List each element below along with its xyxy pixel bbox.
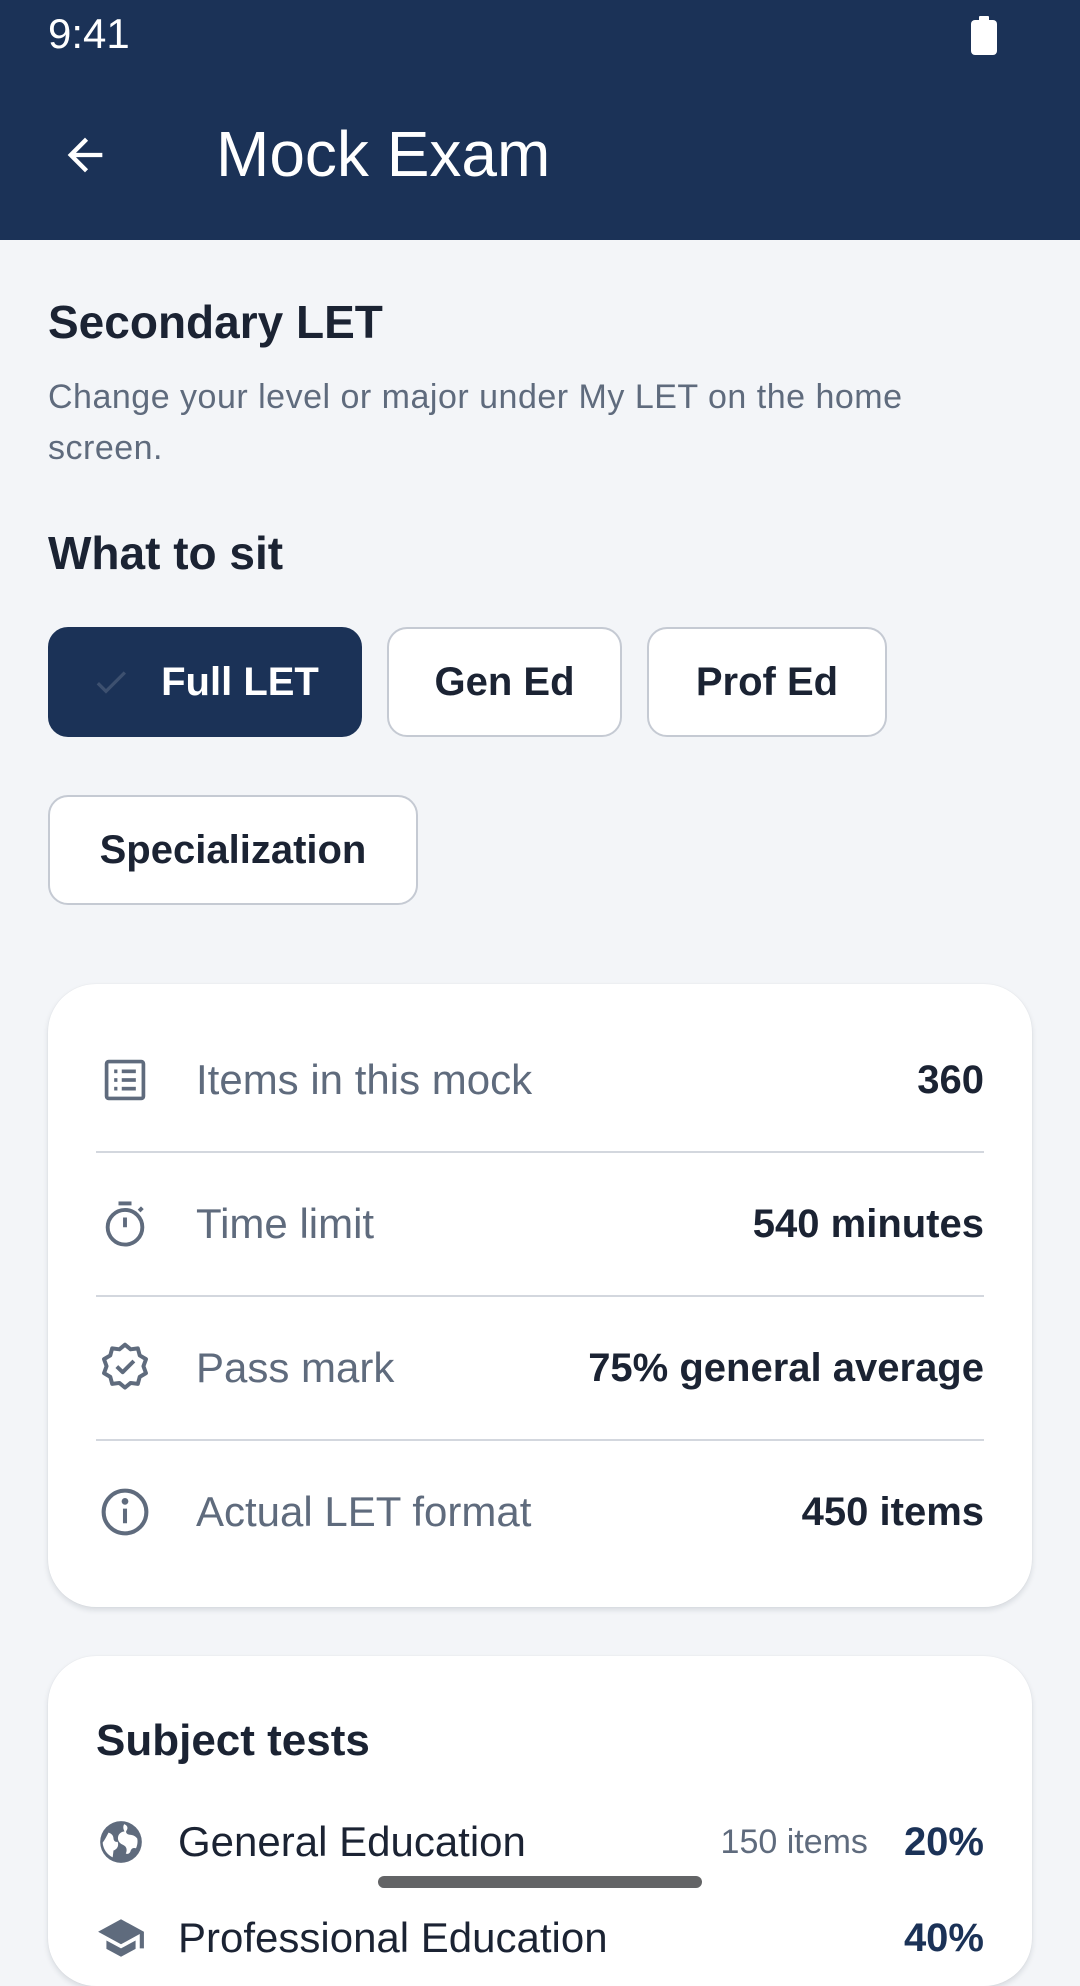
arrow-back-icon [67, 137, 103, 173]
subject-weight: 20% [903, 1819, 984, 1864]
summary-label: Actual LET format [196, 1488, 532, 1535]
chip-label: Gen Ed [434, 659, 575, 704]
summary-row-items: Items in this mock 360 [96, 1008, 984, 1152]
chip-gen-ed[interactable]: Gen Ed [387, 627, 622, 737]
summary-value: 540 minutes [752, 1201, 984, 1246]
level-title: Secondary LET [48, 296, 383, 348]
subject-item-count: 150 items [720, 1822, 868, 1861]
summary-value: 360 [917, 1057, 984, 1102]
subject-row-professional-education[interactable]: Professional Education 40% [96, 1898, 984, 1978]
summary-label: Time limit [196, 1200, 375, 1247]
chip-full-let[interactable]: Full LET [48, 627, 362, 737]
globe-icon [96, 1817, 146, 1867]
verified-badge-icon [96, 1339, 154, 1397]
chip-label: Full LET [161, 659, 319, 704]
summary-row-actual-format: Actual LET format 450 items [96, 1440, 984, 1584]
status-time: 9:41 [48, 10, 130, 57]
check-icon [91, 662, 131, 702]
chip-label: Specialization [99, 827, 367, 872]
level-hint: Change your level or major under My LET … [48, 378, 903, 467]
chip-label: Prof Ed [695, 659, 839, 704]
home-indicator[interactable] [378, 1876, 702, 1888]
back-button[interactable] [40, 110, 130, 200]
summary-label: Pass mark [196, 1344, 395, 1391]
app-bar: 9:41 Mock Exam [0, 0, 1080, 240]
mock-summary-card: Items in this mock 360 Time limit 540 mi… [48, 984, 1032, 1607]
chip-specialization[interactable]: Specialization [48, 795, 418, 905]
page-title: Mock Exam [216, 118, 551, 190]
school-icon [96, 1913, 146, 1963]
subject-tests-heading: Subject tests [96, 1716, 370, 1765]
chip-prof-ed[interactable]: Prof Ed [647, 627, 887, 737]
subject-row-general-education[interactable]: General Education 150 items 20% [96, 1802, 984, 1882]
battery-icon [971, 16, 997, 55]
subject-name: Professional Education [178, 1914, 608, 1961]
subject-tests-card: Subject tests General Education 150 item… [48, 1656, 1032, 1986]
summary-row-time-limit: Time limit 540 minutes [96, 1152, 984, 1296]
summary-label: Items in this mock [196, 1056, 533, 1103]
summary-row-pass-mark: Pass mark 75% general average [96, 1296, 984, 1440]
subject-name: General Education [178, 1818, 526, 1865]
timer-icon [96, 1195, 154, 1253]
subject-weight: 40% [903, 1915, 984, 1960]
what-to-sit-heading: What to sit [48, 527, 284, 579]
info-icon [96, 1483, 154, 1541]
list-icon [96, 1051, 154, 1109]
summary-value: 75% general average [588, 1345, 984, 1390]
summary-value: 450 items [801, 1489, 984, 1534]
